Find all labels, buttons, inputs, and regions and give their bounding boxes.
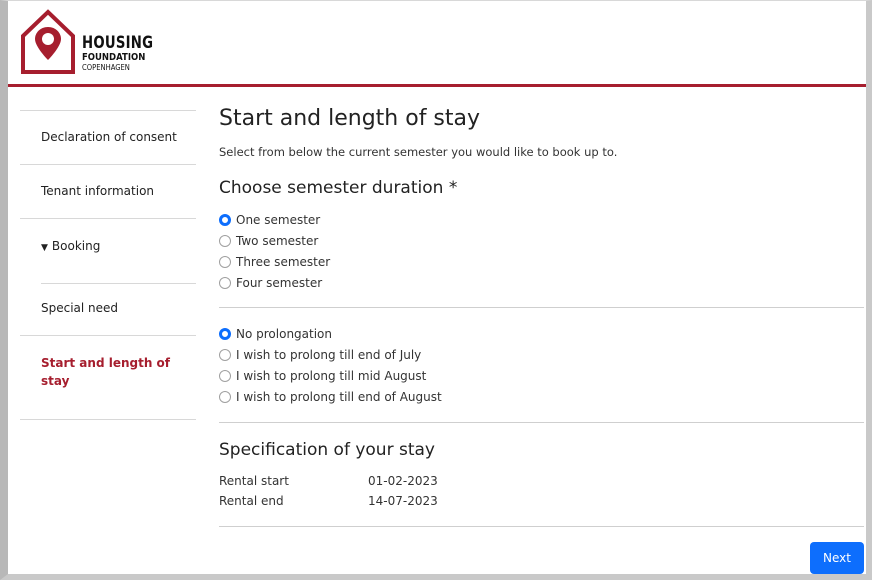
logo-line-foundation: FOUNDATION <box>82 52 146 63</box>
radio-unchecked-icon[interactable] <box>219 277 231 289</box>
caret-down-icon: ▼ <box>41 243 48 253</box>
page-title: Start and length of stay <box>219 106 481 131</box>
page-subtitle: Select from below the current semester y… <box>219 145 618 159</box>
section-divider <box>219 307 864 308</box>
radio-label: I wish to prolong till end of July <box>236 348 422 362</box>
radio-label: I wish to prolong till end of August <box>236 390 442 404</box>
radio-four-semester[interactable]: Four semester <box>219 274 322 292</box>
specification-heading: Specification of your stay <box>219 440 435 460</box>
next-button[interactable]: Next <box>810 542 864 574</box>
sidebar-item-label: Booking <box>51 239 101 253</box>
radio-unchecked-icon[interactable] <box>219 370 231 382</box>
radio-label: Four semester <box>236 276 323 290</box>
sidebar-item-start-and-length-of-stay[interactable]: Start and length of stay <box>20 335 196 419</box>
radio-no-prolongation[interactable]: No prolongation <box>219 325 332 343</box>
logo-line-copenhagen: COPENHAGEN <box>82 63 130 72</box>
sidebar-item-tenant-information[interactable]: Tenant information <box>20 164 196 218</box>
sidebar-item-label: Declaration of consent <box>41 130 177 144</box>
sidebar-bottom-divider <box>20 419 196 420</box>
radio-unchecked-icon[interactable] <box>219 391 231 403</box>
radio-three-semester[interactable]: Three semester <box>219 253 330 271</box>
radio-label: No prolongation <box>236 327 332 341</box>
radio-two-semester[interactable]: Two semester <box>219 232 318 250</box>
radio-unchecked-icon[interactable] <box>219 256 231 268</box>
sidebar-nav: Declaration of consent Tenant informatio… <box>20 110 196 420</box>
sidebar-item-declaration-of-consent[interactable]: Declaration of consent <box>20 110 196 164</box>
spec-label: Rental end <box>219 494 284 508</box>
radio-prolong-mid-august[interactable]: I wish to prolong till mid August <box>219 367 426 385</box>
spec-value: 14-07-2023 <box>368 494 438 508</box>
radio-prolong-end-august[interactable]: I wish to prolong till end of August <box>219 388 442 406</box>
radio-checked-icon[interactable] <box>219 214 231 226</box>
sidebar-item-label: Tenant information <box>41 184 155 198</box>
radio-prolong-end-july[interactable]: I wish to prolong till end of July <box>219 346 421 364</box>
house-pin-logo-icon <box>21 9 75 74</box>
radio-checked-icon[interactable] <box>219 328 231 340</box>
radio-label: Three semester <box>236 255 331 269</box>
radio-label: Two semester <box>236 234 319 248</box>
sidebar-item-label: Start and length of stay <box>41 356 171 388</box>
duration-heading: Choose semester duration * <box>219 178 458 198</box>
sidebar-item-special-need[interactable]: Special need <box>41 301 118 315</box>
spec-label: Rental start <box>219 474 289 488</box>
section-divider <box>219 422 864 423</box>
header-divider-bar <box>8 84 866 87</box>
section-divider <box>219 526 864 527</box>
radio-unchecked-icon[interactable] <box>219 349 231 361</box>
header: HOUSING FOUNDATION COPENHAGEN <box>8 0 866 88</box>
logo[interactable]: HOUSING FOUNDATION COPENHAGEN <box>20 8 160 74</box>
sidebar-item-booking[interactable]: ▼ Booking Special need <box>20 218 196 335</box>
radio-unchecked-icon[interactable] <box>219 235 231 247</box>
logo-line-housing: HOUSING <box>82 33 154 53</box>
radio-one-semester[interactable]: One semester <box>219 211 320 229</box>
spec-value: 01-02-2023 <box>368 474 438 488</box>
sidebar-sub-divider <box>41 283 196 284</box>
logo-text: HOUSING FOUNDATION COPENHAGEN <box>82 34 173 72</box>
radio-label: One semester <box>236 213 321 227</box>
radio-label: I wish to prolong till mid August <box>236 369 427 383</box>
sidebar-item-booking-label-wrap: ▼ Booking <box>41 239 100 253</box>
